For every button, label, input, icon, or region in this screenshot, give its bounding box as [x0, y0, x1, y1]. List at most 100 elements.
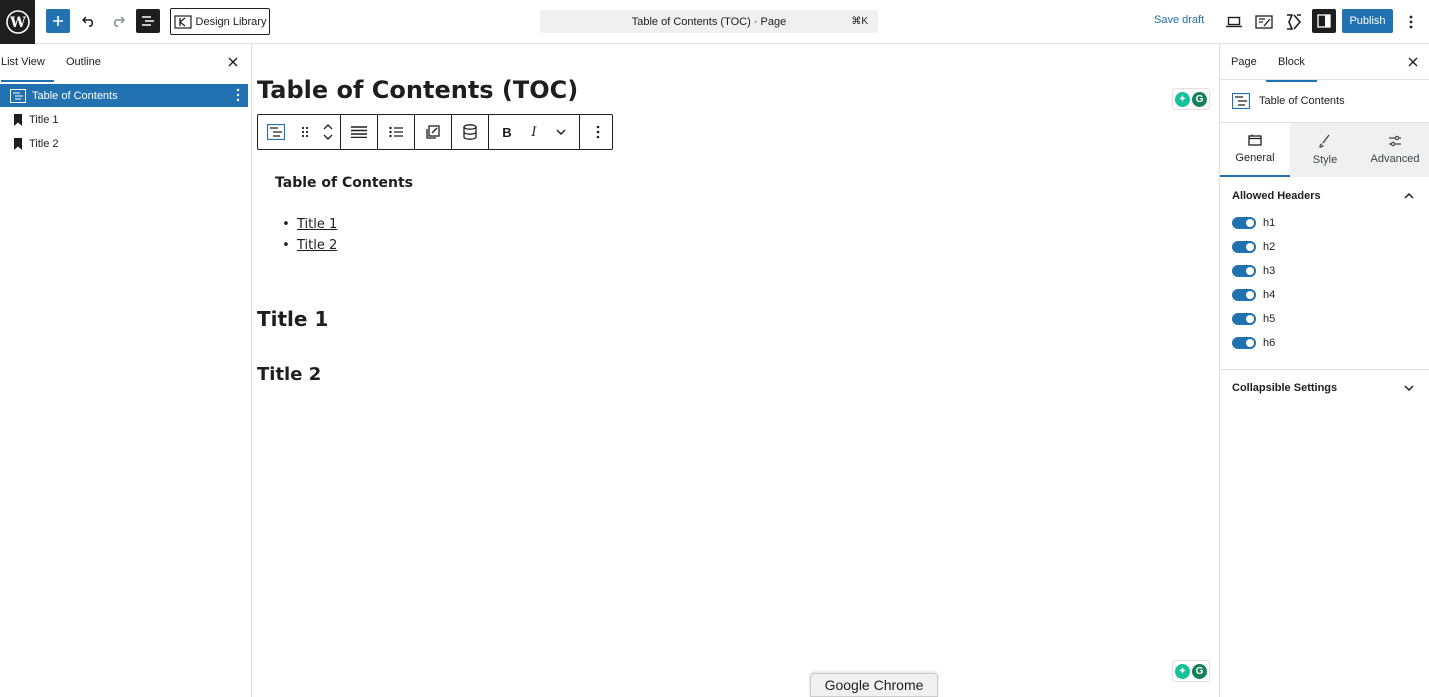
header-toggle-h3[interactable]: h3	[1232, 264, 1275, 278]
more-formats-button[interactable]	[543, 115, 579, 149]
more-vertical-icon[interactable]	[236, 88, 240, 102]
toggle-switch[interactable]	[1232, 265, 1256, 277]
list-item-title-2[interactable]: Title 2	[0, 132, 248, 155]
redo-icon	[113, 16, 125, 27]
close-settings-button[interactable]	[1406, 55, 1420, 69]
options-menu-button[interactable]	[1400, 11, 1422, 33]
toggle-switch[interactable]	[1232, 289, 1256, 301]
editor-top-bar: W Design Library Table of Contents (TOC)…	[0, 0, 1429, 44]
toc-link-title-2[interactable]: Title 2	[297, 238, 337, 253]
list-view-tabs: List View Outline	[0, 44, 251, 82]
align-justify-icon	[351, 126, 367, 138]
document-title: Table of Contents (TOC) · Page	[631, 15, 787, 28]
add-block-button[interactable]	[46, 9, 70, 33]
align-group	[341, 115, 378, 149]
design-library-button[interactable]: Design Library	[170, 8, 270, 35]
save-draft-button[interactable]: Save draft	[1154, 14, 1204, 26]
format-group: B I	[489, 115, 580, 149]
wordpress-icon: W	[5, 10, 30, 34]
move-block-controls[interactable]	[316, 115, 340, 149]
list-bullets-icon	[389, 126, 403, 138]
list-style-button[interactable]	[378, 115, 414, 149]
header-toggle-h6[interactable]: h6	[1232, 336, 1275, 350]
grammarly-widget-bottom[interactable]: ✦ G	[1172, 660, 1210, 682]
block-type-button[interactable]	[258, 115, 294, 149]
list-item-title-1[interactable]: Title 1	[0, 108, 248, 131]
header-toggle-h4[interactable]: h4	[1232, 288, 1275, 302]
undo-button[interactable]	[77, 9, 101, 33]
tab-style[interactable]: Style	[1290, 123, 1360, 177]
post-title[interactable]: Table of Contents (TOC)	[257, 76, 578, 104]
section-divider	[1220, 369, 1429, 370]
italic-button[interactable]: I	[525, 115, 543, 149]
tab-general[interactable]: General	[1220, 123, 1290, 177]
tab-advanced[interactable]: Advanced	[1360, 123, 1429, 177]
grammarly-icon: G	[1192, 663, 1207, 679]
document-overview-button[interactable]	[136, 9, 160, 33]
toggle-label: h4	[1263, 289, 1276, 301]
toggle-switch[interactable]	[1232, 313, 1256, 325]
wordpress-logo-button[interactable]: W	[0, 0, 35, 44]
block-settings-tabs: General Style Advanced	[1220, 123, 1429, 177]
header-toggle-h1[interactable]: h1	[1232, 216, 1275, 230]
copy-styles-button[interactable]	[415, 115, 451, 149]
toc-list-item: Title 1	[275, 214, 337, 235]
chevron-down-icon[interactable]	[323, 134, 333, 140]
toggle-label: h5	[1263, 313, 1276, 325]
publish-button[interactable]: Publish	[1342, 9, 1393, 33]
kadence-icon	[173, 14, 192, 29]
chevron-up-icon[interactable]	[1403, 190, 1415, 202]
kadence-controls-button[interactable]	[1283, 11, 1305, 33]
tab-label: Advanced	[1370, 153, 1420, 165]
tab-block[interactable]: Block	[1266, 56, 1317, 82]
brush-icon	[1319, 134, 1330, 148]
drag-handle[interactable]	[294, 115, 316, 149]
list-view-panel: List View Outline Table of Contents Titl…	[0, 44, 252, 697]
view-post-button[interactable]	[1253, 11, 1275, 33]
list-item-table-of-contents[interactable]: Table of Contents	[0, 84, 248, 107]
chevron-down-icon[interactable]	[1403, 382, 1415, 394]
heading-title-2[interactable]: Title 2	[257, 364, 321, 385]
toggle-switch[interactable]	[1232, 217, 1256, 229]
block-options-button[interactable]	[580, 115, 616, 149]
preview-device-button[interactable]	[1223, 11, 1245, 33]
tab-list-view[interactable]: List View	[1, 56, 54, 82]
drag-icon	[301, 126, 309, 138]
list-style-group	[378, 115, 415, 149]
undo-icon	[82, 16, 94, 27]
bold-button[interactable]: B	[489, 115, 525, 149]
external-view-icon	[1255, 15, 1273, 29]
editor-canvas: Table of Contents (TOC) ✦ G B I Table of…	[253, 44, 1218, 697]
copy-styles-group	[415, 115, 452, 149]
heading-title-1[interactable]: Title 1	[257, 307, 328, 331]
close-icon	[1408, 57, 1418, 67]
chevron-down-icon	[556, 129, 566, 135]
tab-outline[interactable]: Outline	[66, 56, 101, 68]
toc-block-icon	[267, 124, 285, 140]
svg-text:W: W	[9, 15, 26, 31]
toc-block-icon	[1232, 93, 1250, 109]
tab-label: General	[1235, 152, 1275, 164]
collapsible-settings-title[interactable]: Collapsible Settings	[1232, 382, 1337, 394]
grammarly-widget-top[interactable]: ✦ G	[1172, 88, 1210, 110]
toc-link-title-1[interactable]: Title 1	[297, 217, 337, 232]
align-button[interactable]	[341, 115, 377, 149]
document-title-bar[interactable]: Table of Contents (TOC) · Page ⌘K	[540, 10, 878, 33]
tab-page[interactable]: Page	[1231, 56, 1257, 68]
toggle-label: h2	[1263, 241, 1276, 253]
header-toggle-h2[interactable]: h2	[1232, 240, 1275, 254]
toggle-switch[interactable]	[1232, 337, 1256, 349]
header-toggle-h5[interactable]: h5	[1232, 312, 1275, 326]
allowed-headers-title[interactable]: Allowed Headers	[1232, 190, 1321, 202]
kadence-logo-icon	[1287, 14, 1302, 30]
dynamic-content-button[interactable]	[452, 115, 488, 149]
plus-icon	[53, 16, 63, 26]
chevron-up-icon[interactable]	[323, 124, 333, 130]
sliders-icon	[1389, 135, 1401, 147]
settings-toggle-button[interactable]	[1312, 9, 1336, 33]
toggle-switch[interactable]	[1232, 241, 1256, 253]
bookmark-icon	[14, 113, 22, 126]
command-shortcut: ⌘K	[851, 16, 868, 27]
redo-button[interactable]	[106, 9, 130, 33]
close-list-view-button[interactable]	[226, 55, 240, 69]
